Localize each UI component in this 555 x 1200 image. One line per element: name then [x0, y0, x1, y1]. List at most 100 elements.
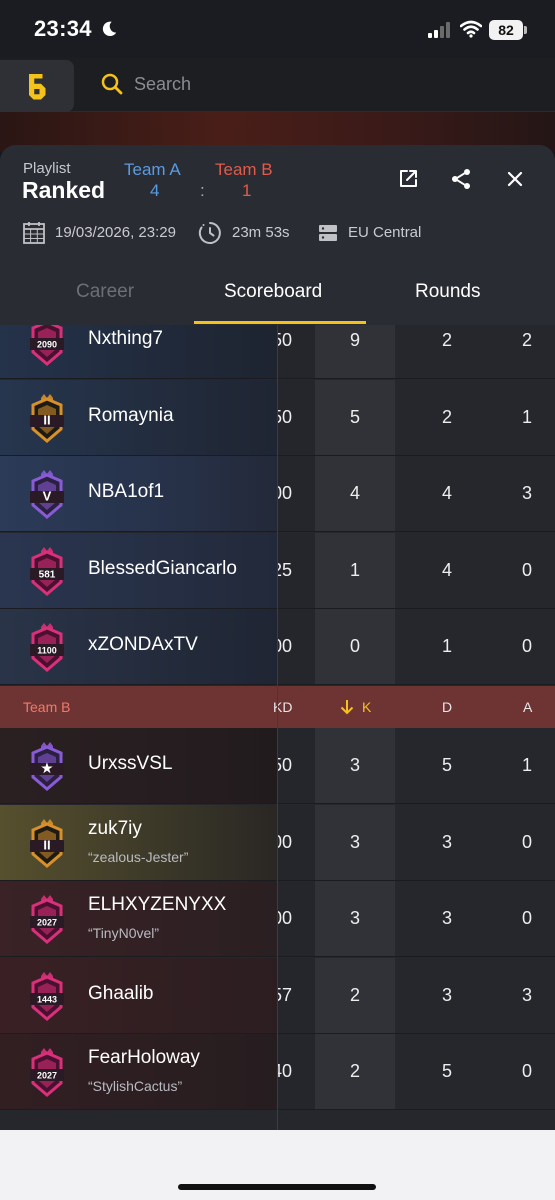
search-input[interactable]: Search — [134, 74, 191, 95]
team-b-label: Team B — [215, 160, 273, 179]
tab-career[interactable]: Career — [76, 281, 134, 303]
deaths-cell: 3 — [395, 881, 499, 956]
deaths-cell: 2 — [395, 380, 499, 455]
app-header: Search — [0, 58, 555, 112]
player-cell: 1100 xZONDAxTV — [0, 609, 277, 684]
kills-cell: 3 — [315, 728, 395, 803]
player-name[interactable]: UrxssVSL — [88, 753, 172, 775]
kd-cell: 40 — [278, 1034, 315, 1109]
assists-cell: 0 — [499, 1034, 555, 1109]
player-name[interactable]: xZONDAxTV — [88, 634, 198, 656]
playlist-label: Playlist — [23, 160, 71, 177]
svg-text:1443: 1443 — [37, 995, 57, 1005]
assists-cell: 2 — [499, 325, 555, 378]
deaths-cell: 3 — [395, 805, 499, 880]
player-cell: V NBA1of1 — [0, 456, 277, 531]
player-name[interactable]: NBA1of1 — [88, 481, 164, 503]
rank-badge-icon: II — [27, 818, 67, 868]
server-icon — [319, 225, 337, 241]
player-name[interactable]: ELHXYZENYXX — [88, 894, 226, 916]
player-name[interactable]: Romaynia — [88, 405, 174, 427]
kills-cell: 5 — [315, 380, 395, 455]
playlist-value: Ranked — [22, 177, 106, 203]
player-name[interactable]: BlessedGiancarlo — [88, 558, 237, 580]
sort-descending-icon[interactable] — [340, 699, 354, 715]
kills-cell: 2 — [315, 958, 395, 1033]
team-b-name: Team B — [23, 699, 71, 715]
rank-badge-icon: 581 — [27, 546, 67, 596]
svg-text:581: 581 — [39, 570, 56, 581]
siege-logo-icon — [29, 74, 46, 100]
kills-cell: 2 — [315, 1034, 395, 1109]
assists-cell: 3 — [499, 456, 555, 531]
player-name[interactable]: zuk7iy — [88, 818, 142, 840]
assists-cell: 1 — [499, 380, 555, 455]
signal-icon — [428, 22, 450, 38]
rank-badge-icon: 2027 — [27, 894, 67, 944]
moon-icon — [102, 21, 117, 37]
open-external-icon[interactable] — [396, 167, 420, 191]
player-name[interactable]: FearHoloway — [88, 1047, 200, 1069]
app-logo-button[interactable] — [0, 60, 74, 112]
rank-badge-icon: II — [27, 393, 67, 443]
match-duration: 23m 53s — [232, 224, 290, 241]
assists-cell: 0 — [499, 533, 555, 608]
match-details-panel: Playlist Ranked Team A Team B 4 : 1 19/0… — [0, 145, 555, 1130]
tab-scoreboard[interactable]: Scoreboard — [224, 281, 322, 303]
home-indicator — [178, 1184, 376, 1190]
team-a-score: 4 — [150, 181, 160, 200]
deaths-cell: 5 — [395, 1034, 499, 1109]
close-icon[interactable] — [503, 167, 527, 191]
column-divider — [277, 325, 278, 1130]
player-cell: ★ UrxssVSL — [0, 728, 277, 803]
svg-text:II: II — [43, 413, 50, 428]
column-header-assists[interactable]: A — [523, 699, 532, 715]
rank-badge-icon: V — [27, 469, 67, 519]
column-header-kd[interactable]: KD — [273, 699, 292, 715]
match-date: 19/03/2026, 23:29 — [55, 224, 176, 241]
deaths-cell: 5 — [395, 728, 499, 803]
svg-text:2027: 2027 — [37, 918, 57, 928]
svg-text:V: V — [43, 489, 52, 504]
search-icon[interactable] — [100, 72, 124, 96]
deaths-cell: 4 — [395, 533, 499, 608]
kills-cell: 3 — [315, 881, 395, 956]
kills-cell: 4 — [315, 456, 395, 531]
player-cell: II Romaynia — [0, 380, 277, 455]
player-alias: “StylishCactus” — [88, 1078, 183, 1094]
rank-badge-icon: ★ — [27, 741, 67, 791]
assists-cell: 3 — [499, 958, 555, 1033]
player-cell: 1443 Ghaalib — [0, 958, 277, 1033]
clock-icon — [198, 222, 221, 244]
rank-badge-icon: 2090 — [27, 325, 67, 366]
svg-text:II: II — [43, 838, 50, 853]
column-header-kills[interactable]: K — [362, 699, 371, 715]
player-name[interactable]: Ghaalib — [88, 983, 154, 1005]
team-b-score: 1 — [242, 181, 252, 200]
tab-rounds[interactable]: Rounds — [415, 281, 481, 303]
kd-cell: 50 — [278, 325, 315, 378]
svg-text:2090: 2090 — [37, 340, 57, 350]
kd-cell: 00 — [278, 805, 315, 880]
rank-badge-icon: 2027 — [27, 1047, 67, 1097]
player-cell: II zuk7iy “zealous-Jester” — [0, 805, 277, 880]
player-alias: “zealous-Jester” — [88, 849, 189, 865]
team-a-label: Team A — [124, 160, 181, 179]
column-header-deaths[interactable]: D — [442, 699, 452, 715]
kills-cell: 9 — [315, 325, 395, 378]
share-icon[interactable] — [449, 167, 473, 191]
svg-text:2027: 2027 — [37, 1071, 57, 1081]
scoreboard-table[interactable]: 2090Nxthing750922IIRomaynia50521VNBA1of1… — [0, 325, 555, 1130]
rank-badge-icon: 1100 — [27, 622, 67, 672]
tab-bar: Career Scoreboard Rounds — [0, 267, 555, 325]
player-cell: 2027 FearHoloway “StylishCactus” — [0, 1034, 277, 1109]
kills-cell: 1 — [315, 533, 395, 608]
rank-badge-icon: 1443 — [27, 971, 67, 1021]
assists-cell: 0 — [499, 609, 555, 684]
kd-cell: 57 — [278, 958, 315, 1033]
deaths-cell: 3 — [395, 958, 499, 1033]
player-name[interactable]: Nxthing7 — [88, 328, 163, 350]
browser-bottom-bar — [0, 1130, 555, 1200]
kd-cell: 25 — [278, 533, 315, 608]
status-time: 23:34 — [34, 16, 92, 41]
